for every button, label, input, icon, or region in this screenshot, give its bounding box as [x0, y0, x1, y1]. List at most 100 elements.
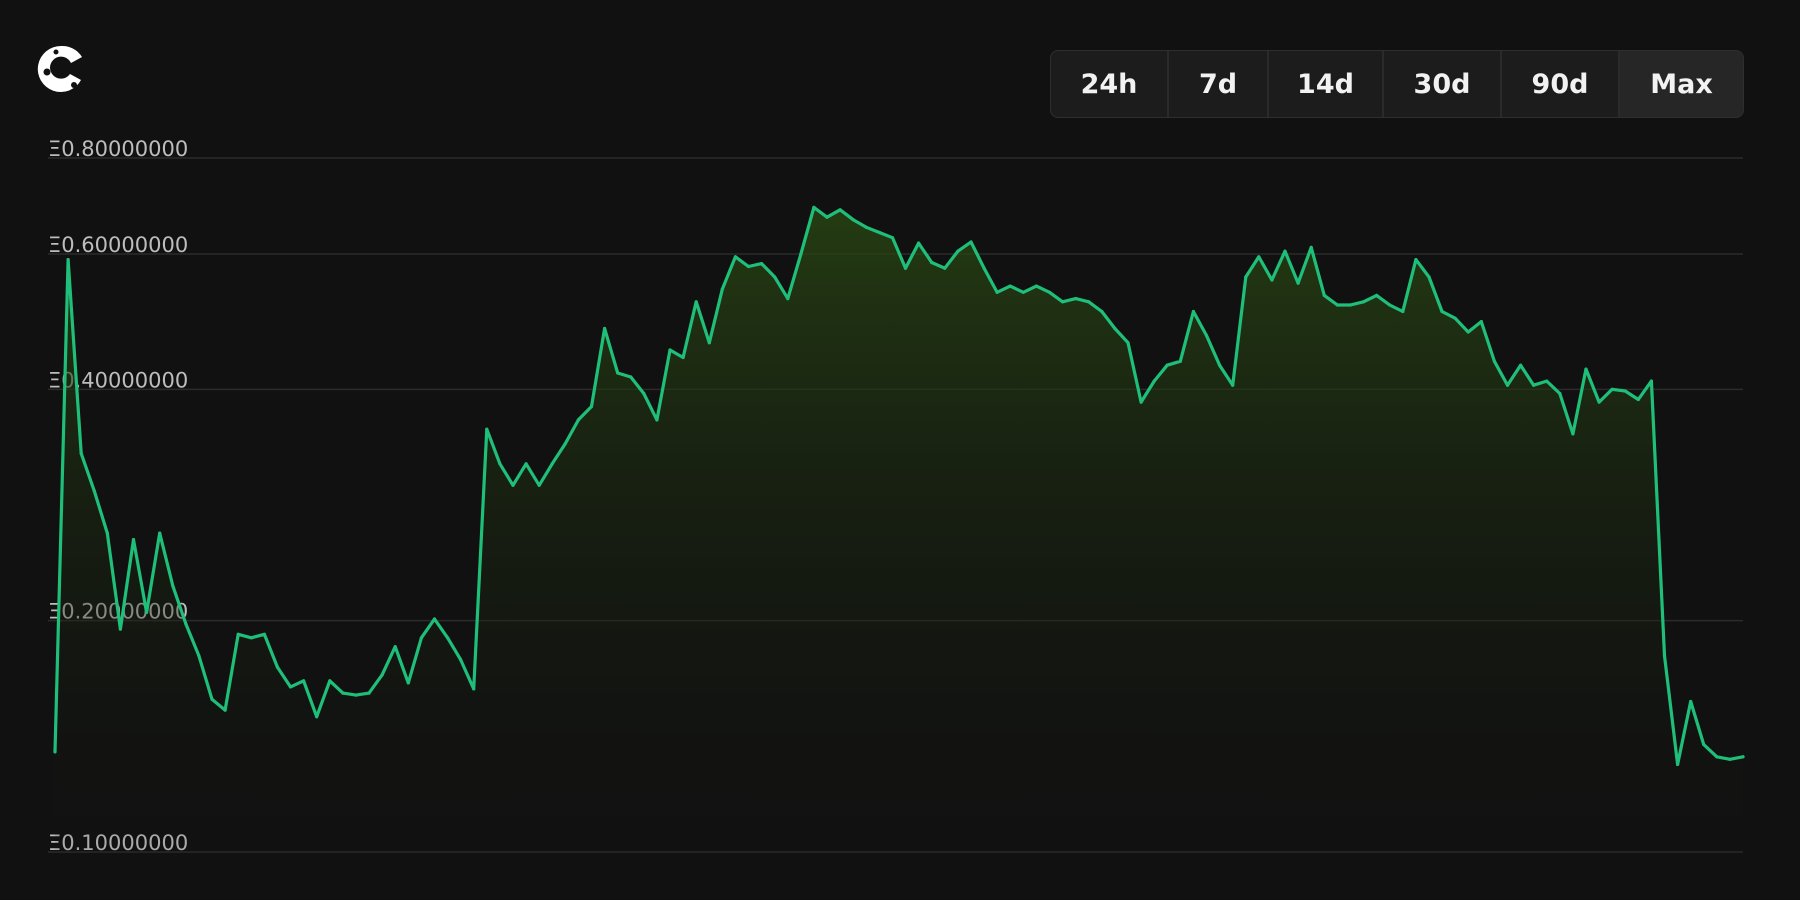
price-area-fill	[55, 207, 1743, 852]
price-point	[773, 275, 777, 279]
price-point	[917, 241, 921, 245]
price-point	[982, 266, 986, 270]
price-point	[184, 622, 188, 626]
price-point	[616, 371, 620, 375]
price-point	[694, 300, 698, 304]
price-point	[786, 297, 790, 301]
price-point	[472, 687, 476, 691]
price-point	[760, 262, 764, 266]
price-point	[1584, 367, 1588, 371]
price-point	[903, 266, 908, 270]
price-point	[838, 208, 842, 212]
price-point	[799, 252, 803, 256]
price-point	[1113, 326, 1117, 331]
price-point	[341, 691, 345, 695]
price-point	[629, 375, 633, 379]
price-point	[66, 258, 70, 262]
price-point	[576, 418, 581, 422]
price-point	[1453, 316, 1457, 320]
price-point	[1283, 249, 1287, 253]
price-point	[943, 266, 947, 270]
price-point	[1061, 300, 1065, 304]
price-point	[367, 691, 371, 695]
price-point	[642, 391, 646, 396]
price-point	[1074, 297, 1078, 301]
price-point	[275, 665, 279, 669]
price-point	[681, 355, 685, 360]
price-point	[1689, 699, 1693, 704]
price-point	[1257, 255, 1261, 259]
price-point	[589, 404, 594, 409]
price-point	[131, 538, 136, 542]
price-point	[655, 418, 659, 422]
price-point	[485, 427, 489, 431]
price-point	[956, 249, 960, 253]
price-point	[1270, 278, 1274, 282]
price-point	[746, 264, 751, 269]
price-point	[1034, 284, 1038, 288]
price-point	[877, 230, 882, 235]
price-point	[1047, 290, 1052, 294]
price-point	[1244, 275, 1248, 279]
price-point	[1492, 359, 1496, 363]
price-point	[733, 255, 738, 259]
price-point	[851, 218, 855, 222]
price-point	[969, 240, 973, 244]
y-tick-label: Ξ0.60000000	[48, 233, 188, 257]
price-point	[1191, 309, 1195, 314]
price-point	[1571, 432, 1575, 436]
price-point	[288, 685, 293, 689]
price-point	[1335, 303, 1339, 307]
price-point	[197, 654, 201, 658]
price-point	[1322, 293, 1326, 297]
price-point	[1165, 363, 1169, 367]
price-point	[302, 679, 306, 683]
price-point	[930, 260, 934, 265]
price-point	[1623, 389, 1627, 393]
price-point	[236, 632, 240, 636]
price-point	[1519, 363, 1523, 367]
price-point	[171, 584, 175, 588]
price-point	[1466, 330, 1470, 334]
price-point	[1728, 757, 1732, 761]
price-point	[1662, 654, 1667, 658]
price-point	[537, 483, 541, 487]
price-point	[1375, 293, 1379, 297]
price-point	[92, 489, 96, 493]
price-point	[223, 708, 227, 712]
price-point	[1479, 320, 1483, 324]
price-point	[328, 679, 332, 683]
price-point	[563, 442, 567, 446]
price-point	[511, 483, 515, 487]
price-point	[79, 451, 83, 456]
price-point	[1440, 309, 1444, 314]
price-point	[1388, 303, 1392, 307]
price-point	[1532, 383, 1536, 387]
price-point	[1676, 762, 1680, 767]
price-point	[1715, 755, 1719, 759]
price-point	[315, 715, 319, 719]
price-point	[1139, 400, 1143, 404]
price-area-chart: Ξ0.80000000Ξ0.60000000Ξ0.40000000Ξ0.2000…	[48, 137, 1745, 855]
price-point	[1231, 383, 1235, 387]
price-point	[1597, 400, 1601, 404]
price-point	[446, 636, 450, 640]
price-point	[1152, 379, 1156, 383]
price-point	[1309, 245, 1313, 249]
price-point	[1558, 391, 1562, 396]
price-point	[668, 348, 672, 352]
price-point	[720, 287, 724, 291]
price-point	[1361, 300, 1366, 304]
price-point	[118, 627, 122, 631]
price-point	[825, 215, 829, 219]
price-point	[1204, 333, 1209, 338]
price-point	[498, 462, 502, 466]
price-point	[1126, 341, 1130, 345]
price-point	[380, 673, 384, 677]
price-point	[1636, 397, 1640, 402]
price-point	[1100, 309, 1104, 314]
price-point	[1008, 284, 1012, 288]
price-point	[550, 462, 554, 466]
price-point	[890, 236, 895, 240]
price-point	[419, 636, 423, 640]
